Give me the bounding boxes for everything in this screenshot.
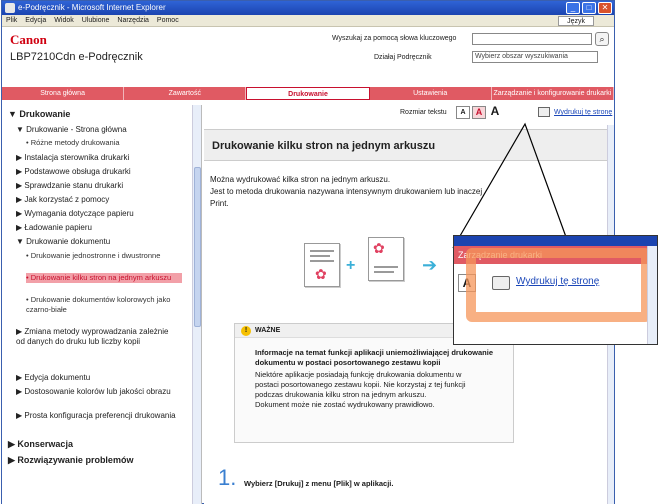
sidebar-item-konserwacja[interactable]: ▶ Konserwacja [8, 439, 188, 449]
font-small-button[interactable]: A [456, 106, 470, 119]
tab-strona-glowna[interactable]: Strona główna [2, 87, 125, 100]
sidebar-item-czarno-biale[interactable]: • Drukowanie dokumentów kolorowych jako … [26, 295, 182, 315]
title-bar: e-Podręcznik - Microsoft Internet Explor… [2, 1, 614, 15]
menu-narzedzia[interactable]: Narzędzia [117, 15, 149, 26]
intro-line: Jest to metoda drukowania nazywana inten… [210, 187, 483, 196]
maximize-button[interactable]: □ [582, 2, 596, 14]
menu-widok[interactable]: Widok [54, 15, 73, 26]
tab-ustawienia[interactable]: Ustawienia [370, 87, 492, 100]
main-nav: Strona główna Zawartość Drukowanie Ustaw… [2, 87, 615, 100]
sidebar-item-instalacja[interactable]: ▶ Instalacja sterownika drukarki [16, 153, 196, 163]
sidebar-item-obsluga[interactable]: ▶ Podstawowe obsługa drukarki [16, 167, 196, 177]
printer-icon[interactable] [538, 107, 550, 117]
intro-line: Print. [210, 199, 229, 208]
menu-pomoc[interactable]: Pomoc [157, 15, 179, 26]
product-title: LBP7210Cdn e-Podręcznik [10, 51, 143, 63]
search-area-select[interactable]: Wybierz obszar wyszukiwania [472, 51, 598, 63]
important-line: Niektóre aplikacje posiadają funkcję dru… [255, 370, 462, 379]
font-size-label: Rozmiar tekstu [400, 109, 447, 116]
canon-logo: Canon [10, 32, 47, 47]
sidebar-item-papier[interactable]: ▶ Wymagania dotyczące papieru [16, 209, 196, 219]
area-label: Działaj Podręcznik [374, 54, 432, 61]
font-medium-button[interactable]: A [472, 106, 486, 119]
window-title: e-Podręcznik - Microsoft Internet Explor… [18, 3, 166, 12]
important-line: dokumentu w postaci posortowanego zestaw… [255, 358, 441, 367]
page-with-flower-illustration: ✿ [368, 237, 404, 281]
important-line: Informacje na temat funkcji aplikacji un… [255, 348, 493, 357]
sidebar-item-kilka-stron[interactable]: • Drukowanie kilku stron na jednym arkus… [26, 273, 182, 283]
sidebar-item-kolory[interactable]: ▶ Dostosowanie kolorów lub jakości obraz… [16, 387, 176, 397]
search-icon[interactable]: ⌕ [595, 32, 609, 46]
flower-icon: ✿ [315, 266, 327, 282]
search-input[interactable] [472, 33, 592, 45]
page-with-text-illustration: ✿ [304, 243, 340, 287]
sidebar-item-stan[interactable]: ▶ Sprawdzanie stanu drukarki [16, 181, 196, 191]
sidebar-item-problemy[interactable]: ▶ Rozwiązywanie problemów [8, 455, 188, 465]
sidebar-item-edycja[interactable]: ▶ Edycja dokumentu [16, 373, 196, 383]
sidebar: ▼ Drukowanie ▼ Drukowanie - Strona główn… [2, 105, 202, 504]
tab-zawartosc[interactable]: Zawartość [124, 87, 247, 100]
sidebar-item-strona-glowna[interactable]: ▼ Drukowanie - Strona główna [16, 125, 196, 135]
warning-icon: ! [241, 326, 251, 336]
menu-bar: Plik Edycja Widok Ulubione Narzędzia Pom… [2, 15, 614, 27]
sidebar-item-konfiguracja[interactable]: ▶ Prosta konfiguracja preferencji drukow… [16, 411, 176, 421]
print-page-link[interactable]: Wydrukuj tę stronę [554, 109, 612, 116]
sidebar-item-drukowanie-dokumentu[interactable]: ▼ Drukowanie dokumentu [16, 237, 196, 247]
menu-ulubione[interactable]: Ulubione [82, 15, 110, 26]
ie-icon [5, 3, 15, 13]
arrow-right-icon: ➔ [422, 255, 438, 275]
tab-drukowanie[interactable]: Drukowanie [246, 87, 370, 100]
sidebar-item-jednostronne[interactable]: • Drukowanie jednostronne i dwustronne [26, 251, 182, 261]
sidebar-scrollbar[interactable] [192, 105, 201, 504]
font-large-button[interactable]: A [488, 105, 502, 119]
language-button[interactable]: Język [558, 16, 594, 26]
step-number: 1. [218, 465, 237, 490]
title-box: Drukowanie kilku stron na jednym arkuszu [204, 129, 614, 161]
page-title: Drukowanie kilku stron na jednym arkuszu [212, 140, 436, 152]
scroll-thumb[interactable] [194, 167, 201, 327]
sidebar-item-pomoc[interactable]: ▶ Jak korzystać z pomocy [16, 195, 196, 205]
sidebar-item-metody-wyprowadzania[interactable]: ▶ Zmiana metody wyprowadzania zależnie o… [16, 327, 176, 347]
important-line: podczas drukowania kilku stron na jednym… [255, 390, 427, 399]
step-text: Wybierz [Drukuj] z menu [Plik] w aplikac… [244, 479, 394, 488]
sidebar-item-ladowanie[interactable]: ▶ Ładowanie papieru [16, 223, 196, 233]
menu-plik[interactable]: Plik [6, 15, 17, 26]
close-button[interactable]: ✕ [598, 2, 612, 14]
minimize-button[interactable]: _ [566, 2, 580, 14]
search-label: Wyszukaj za pomocą słowa kluczowego [332, 35, 457, 42]
zoom-callout: Zarządzanie drukarki A Wydrukuj tę stron… [453, 235, 658, 345]
page-tools: Rozmiar tekstu A A A Wydrukuj tę stronę [204, 105, 614, 121]
tab-zarzadzanie[interactable]: Zarządzanie i konfigurowanie drukarki [492, 87, 615, 100]
important-line: postaci posortowanego zestawu kopii. Nie… [255, 380, 466, 389]
zoom-scrollbar [647, 246, 657, 344]
flower-icon: ✿ [373, 240, 385, 256]
plus-icon: + [346, 257, 356, 274]
sidebar-item-drukowanie[interactable]: ▼ Drukowanie [8, 109, 188, 119]
important-label: WAŻNE [255, 327, 281, 334]
header: Canon LBP7210Cdn e-Podręcznik Wyszukaj z… [2, 28, 614, 83]
zoom-title-strip [454, 236, 657, 246]
important-line: Dokument może nie zostać wydrukowany pra… [255, 400, 435, 409]
sidebar-item-rozne-metody[interactable]: • Różne metody drukowania [26, 138, 182, 148]
intro-line: Można wydrukować kilka stron na jednym a… [210, 175, 391, 184]
highlight-frame [466, 248, 651, 322]
menu-edycja[interactable]: Edycja [25, 15, 46, 26]
